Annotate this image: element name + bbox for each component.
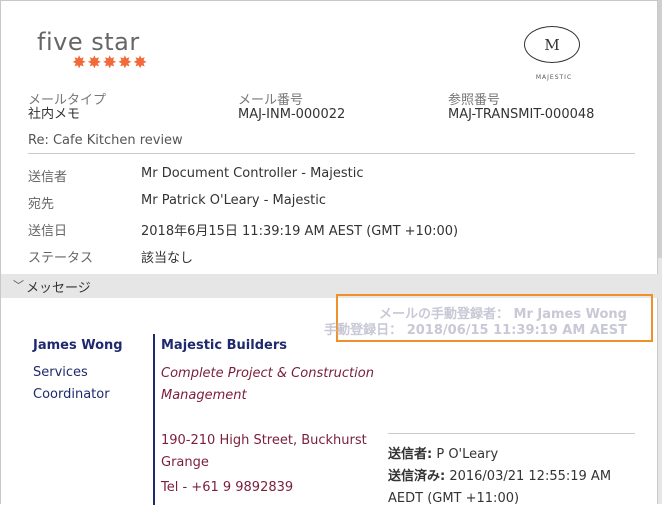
- quoted-sent: 送信済み: 2016/03/21 12:55:19 AM AEDT (GMT +…: [388, 466, 643, 510]
- manual-registration-date: 手動登録日： 2018/06/15 11:39:19 AM AEST: [324, 319, 627, 338]
- recipient-value: Mr Patrick O'Leary - Majestic: [141, 193, 326, 208]
- signature-title-line1: Services: [33, 365, 88, 380]
- five-star-logo-text: five star: [37, 28, 140, 56]
- signature-tagline: Complete Project & Construction Manageme…: [161, 366, 374, 403]
- mail-subject: Re: Cafe Kitchen review: [28, 133, 635, 154]
- mail-number-field: メール番号 MAJ-INM-000022: [238, 94, 345, 122]
- status-value: 該当なし: [141, 251, 194, 266]
- quoted-sent-label: 送信済み:: [388, 469, 446, 484]
- message-section-label: メッセージ: [26, 281, 91, 296]
- vertical-scrollbar[interactable]: [658, 0, 662, 504]
- reference-number-label: 参照番号: [448, 93, 501, 108]
- sender-value: Mr Document Controller - Majestic: [141, 166, 364, 181]
- majestic-logo-text: MAJESTIC: [535, 74, 573, 81]
- reference-number-field: 参照番号 MAJ-TRANSMIT-000048: [448, 94, 594, 122]
- five-star-logo: five star ✸✸✸✸✸: [37, 28, 147, 73]
- manual-date-value: 2018/06/15 11:39:19 AM AEST: [406, 323, 627, 338]
- quoted-sender-label: 送信者:: [388, 447, 433, 462]
- mail-type-field: メールタイプ 社内メモ: [28, 94, 106, 122]
- manual-date-label: 手動登録日：: [324, 323, 403, 338]
- quoted-sender: 送信者: P O'Leary: [388, 444, 643, 466]
- recipient-label: 宛先: [28, 197, 55, 212]
- signature-name: James Wong: [33, 338, 123, 353]
- sender-label: 送信者: [28, 170, 68, 185]
- mail-type-label: メールタイプ: [28, 93, 107, 108]
- chevron-down-icon: ﹀: [13, 279, 24, 292]
- signature-title-line2: Coordinator: [33, 387, 110, 402]
- reference-number-value: MAJ-TRANSMIT-000048: [448, 107, 595, 122]
- star-rating-icon: ✸✸✸✸✸: [72, 53, 149, 73]
- signature-divider: [153, 334, 155, 505]
- signature-company: Majestic Builders: [161, 338, 287, 353]
- majestic-mark: M: [524, 26, 580, 63]
- quoted-message-divider: [388, 433, 635, 434]
- sent-date-value: 2018年6月15日 11:39:19 AM AEST (GMT +10:00): [141, 224, 459, 239]
- signature-address: 190-210 High Street, Buckhurst Grange: [161, 433, 367, 470]
- mail-number-label: メール番号: [238, 93, 304, 108]
- mail-number-value: MAJ-INM-000022: [238, 107, 346, 122]
- scrollbar-thumb[interactable]: [658, 0, 662, 258]
- signature-phone: Tel - +61 9 9892839: [161, 480, 294, 495]
- status-label: ステータス: [28, 251, 94, 266]
- majestic-logo: M MAJESTIC: [524, 26, 584, 81]
- mail-viewer: five star ✸✸✸✸✸ M MAJESTIC メールタイプ 社内メモ メ…: [0, 0, 659, 506]
- quoted-sender-value: P O'Leary: [436, 447, 499, 462]
- mail-type-value: 社内メモ: [28, 107, 81, 122]
- sent-date-label: 送信日: [28, 224, 68, 239]
